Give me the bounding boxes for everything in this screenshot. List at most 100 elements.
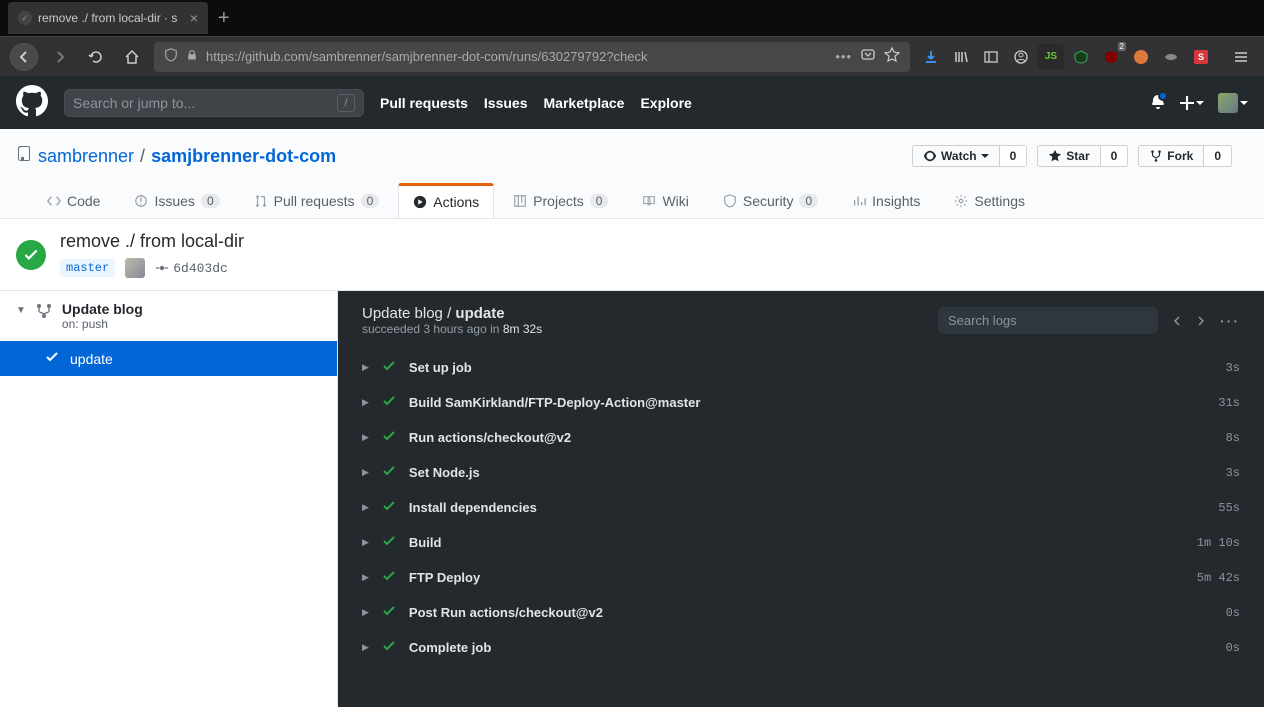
log-header: Update blog / update succeeded 3 hours a… <box>338 291 1264 350</box>
tab-issues[interactable]: Issues0 <box>119 183 234 218</box>
star-count[interactable]: 0 <box>1101 145 1129 167</box>
ext-icon-4[interactable] <box>1128 44 1154 70</box>
tab-code[interactable]: Code <box>32 183 115 218</box>
next-icon[interactable] <box>1196 313 1206 329</box>
tab-favicon: ✓ <box>18 11 32 25</box>
step-name: Build SamKirkland/FTP-Deploy-Action@mast… <box>409 395 1206 410</box>
run-title: remove ./ from local-dir <box>60 231 244 252</box>
github-search[interactable]: / <box>64 89 364 117</box>
path-separator: / <box>140 146 145 167</box>
log-step[interactable]: ▶Set Node.js3s <box>338 455 1264 490</box>
tab-pull-requests[interactable]: Pull requests0 <box>239 183 395 218</box>
star-button-group[interactable]: Star 0 <box>1037 145 1128 167</box>
home-button[interactable] <box>118 43 146 71</box>
check-icon <box>381 568 397 587</box>
search-input[interactable] <box>73 95 337 111</box>
url-bar[interactable]: https://github.com/sambrenner/samjbrenne… <box>154 42 910 72</box>
caret-down-icon <box>1240 101 1248 105</box>
log-step[interactable]: ▶Build1m 10s <box>338 525 1264 560</box>
branch-tag[interactable]: master <box>60 259 115 277</box>
step-duration: 8s <box>1226 431 1240 445</box>
notifications-icon[interactable] <box>1150 93 1166 112</box>
log-step[interactable]: ▶Complete job0s <box>338 630 1264 665</box>
nav-explore[interactable]: Explore <box>640 95 691 111</box>
step-duration: 31s <box>1218 396 1240 410</box>
ext-icon-1[interactable]: JS <box>1038 44 1064 70</box>
tab-insights[interactable]: Insights <box>837 183 935 218</box>
tab-wiki[interactable]: Wiki <box>627 183 703 218</box>
log-step[interactable]: ▶Post Run actions/checkout@v20s <box>338 595 1264 630</box>
back-button[interactable] <box>10 43 38 71</box>
pocket-icon[interactable] <box>860 47 876 66</box>
step-duration: 0s <box>1226 606 1240 620</box>
account-icon[interactable] <box>1008 44 1034 70</box>
meatballs-icon[interactable]: ••• <box>835 49 852 64</box>
kebab-icon[interactable]: ··· <box>1220 313 1240 329</box>
github-logo-icon[interactable] <box>16 85 48 120</box>
job-name: update <box>70 351 113 367</box>
tab-actions[interactable]: Actions <box>398 183 494 218</box>
log-step[interactable]: ▶Run actions/checkout@v28s <box>338 420 1264 455</box>
tab-security[interactable]: Security0 <box>708 183 833 218</box>
check-icon <box>381 603 397 622</box>
download-icon[interactable] <box>918 44 944 70</box>
bookmark-star-icon[interactable] <box>884 47 900 66</box>
shield-icon <box>164 48 178 65</box>
ext-icon-2[interactable] <box>1068 44 1094 70</box>
commit-author-avatar[interactable] <box>125 258 145 278</box>
check-icon <box>44 349 60 368</box>
workflow-icon <box>36 303 52 322</box>
search-logs-input[interactable] <box>938 307 1158 334</box>
fork-count[interactable]: 0 <box>1204 145 1232 167</box>
nav-issues[interactable]: Issues <box>484 95 528 111</box>
github-nav: Pull requests Issues Marketplace Explore <box>380 95 692 111</box>
commit-sha[interactable]: 6d403dc <box>155 261 228 276</box>
new-tab-button[interactable]: + <box>218 7 230 30</box>
log-step[interactable]: ▶FTP Deploy5m 42s <box>338 560 1264 595</box>
log-step[interactable]: ▶ Build SamKirkland/FTP-Deploy-Action@mas… <box>338 385 1264 420</box>
library-icon[interactable] <box>948 44 974 70</box>
browser-tab[interactable]: ✓ remove ./ from local-dir · s × <box>8 2 208 34</box>
tab-close-button[interactable]: × <box>190 10 198 26</box>
step-name: Post Run actions/checkout@v2 <box>409 605 1214 620</box>
url-text: https://github.com/sambrenner/samjbrenne… <box>206 49 827 64</box>
nav-pull-requests[interactable]: Pull requests <box>380 95 468 111</box>
job-item-active[interactable]: update <box>0 341 337 376</box>
nav-marketplace[interactable]: Marketplace <box>544 95 625 111</box>
step-duration: 3s <box>1226 361 1240 375</box>
browser-chrome: ✓ remove ./ from local-dir · s × + https… <box>0 0 1264 76</box>
reload-button[interactable] <box>82 43 110 71</box>
step-name: Run actions/checkout@v2 <box>409 430 1214 445</box>
forward-button[interactable] <box>46 43 74 71</box>
log-status-line: succeeded 3 hours ago in 8m 32s <box>362 322 542 336</box>
create-menu[interactable] <box>1180 96 1204 110</box>
ext-icon-6[interactable]: S <box>1188 44 1214 70</box>
watch-count[interactable]: 0 <box>1000 145 1028 167</box>
notification-dot <box>1158 91 1168 101</box>
workflow-item[interactable]: ▼ Update blog on: push <box>0 291 337 341</box>
triangle-right-icon: ▶ <box>362 642 369 653</box>
triangle-right-icon: ▶ <box>362 572 369 583</box>
triangle-right-icon: ▶ <box>362 397 369 408</box>
user-menu[interactable] <box>1218 93 1248 113</box>
prev-icon[interactable] <box>1172 313 1182 329</box>
ublock-icon[interactable]: 2 <box>1098 44 1124 70</box>
tab-title: remove ./ from local-dir · s <box>38 11 184 25</box>
ext-icon-5[interactable] <box>1158 44 1184 70</box>
lock-icon <box>186 49 198 64</box>
repo-name-link[interactable]: samjbrenner-dot-com <box>151 146 336 167</box>
check-icon <box>381 463 397 482</box>
step-name: FTP Deploy <box>409 570 1185 585</box>
log-step[interactable]: ▶Install dependencies55s <box>338 490 1264 525</box>
check-icon <box>381 358 397 377</box>
tab-settings[interactable]: Settings <box>939 183 1040 218</box>
fork-label: Fork <box>1167 149 1193 163</box>
check-icon <box>381 638 397 657</box>
hamburger-menu-icon[interactable] <box>1228 44 1254 70</box>
fork-button-group[interactable]: Fork 0 <box>1138 145 1232 167</box>
repo-owner-link[interactable]: sambrenner <box>38 146 134 167</box>
log-step[interactable]: ▶Set up job3s <box>338 350 1264 385</box>
watch-button-group[interactable]: Watch 0 <box>912 145 1027 167</box>
tab-projects[interactable]: Projects0 <box>498 183 623 218</box>
sidebar-icon[interactable] <box>978 44 1004 70</box>
